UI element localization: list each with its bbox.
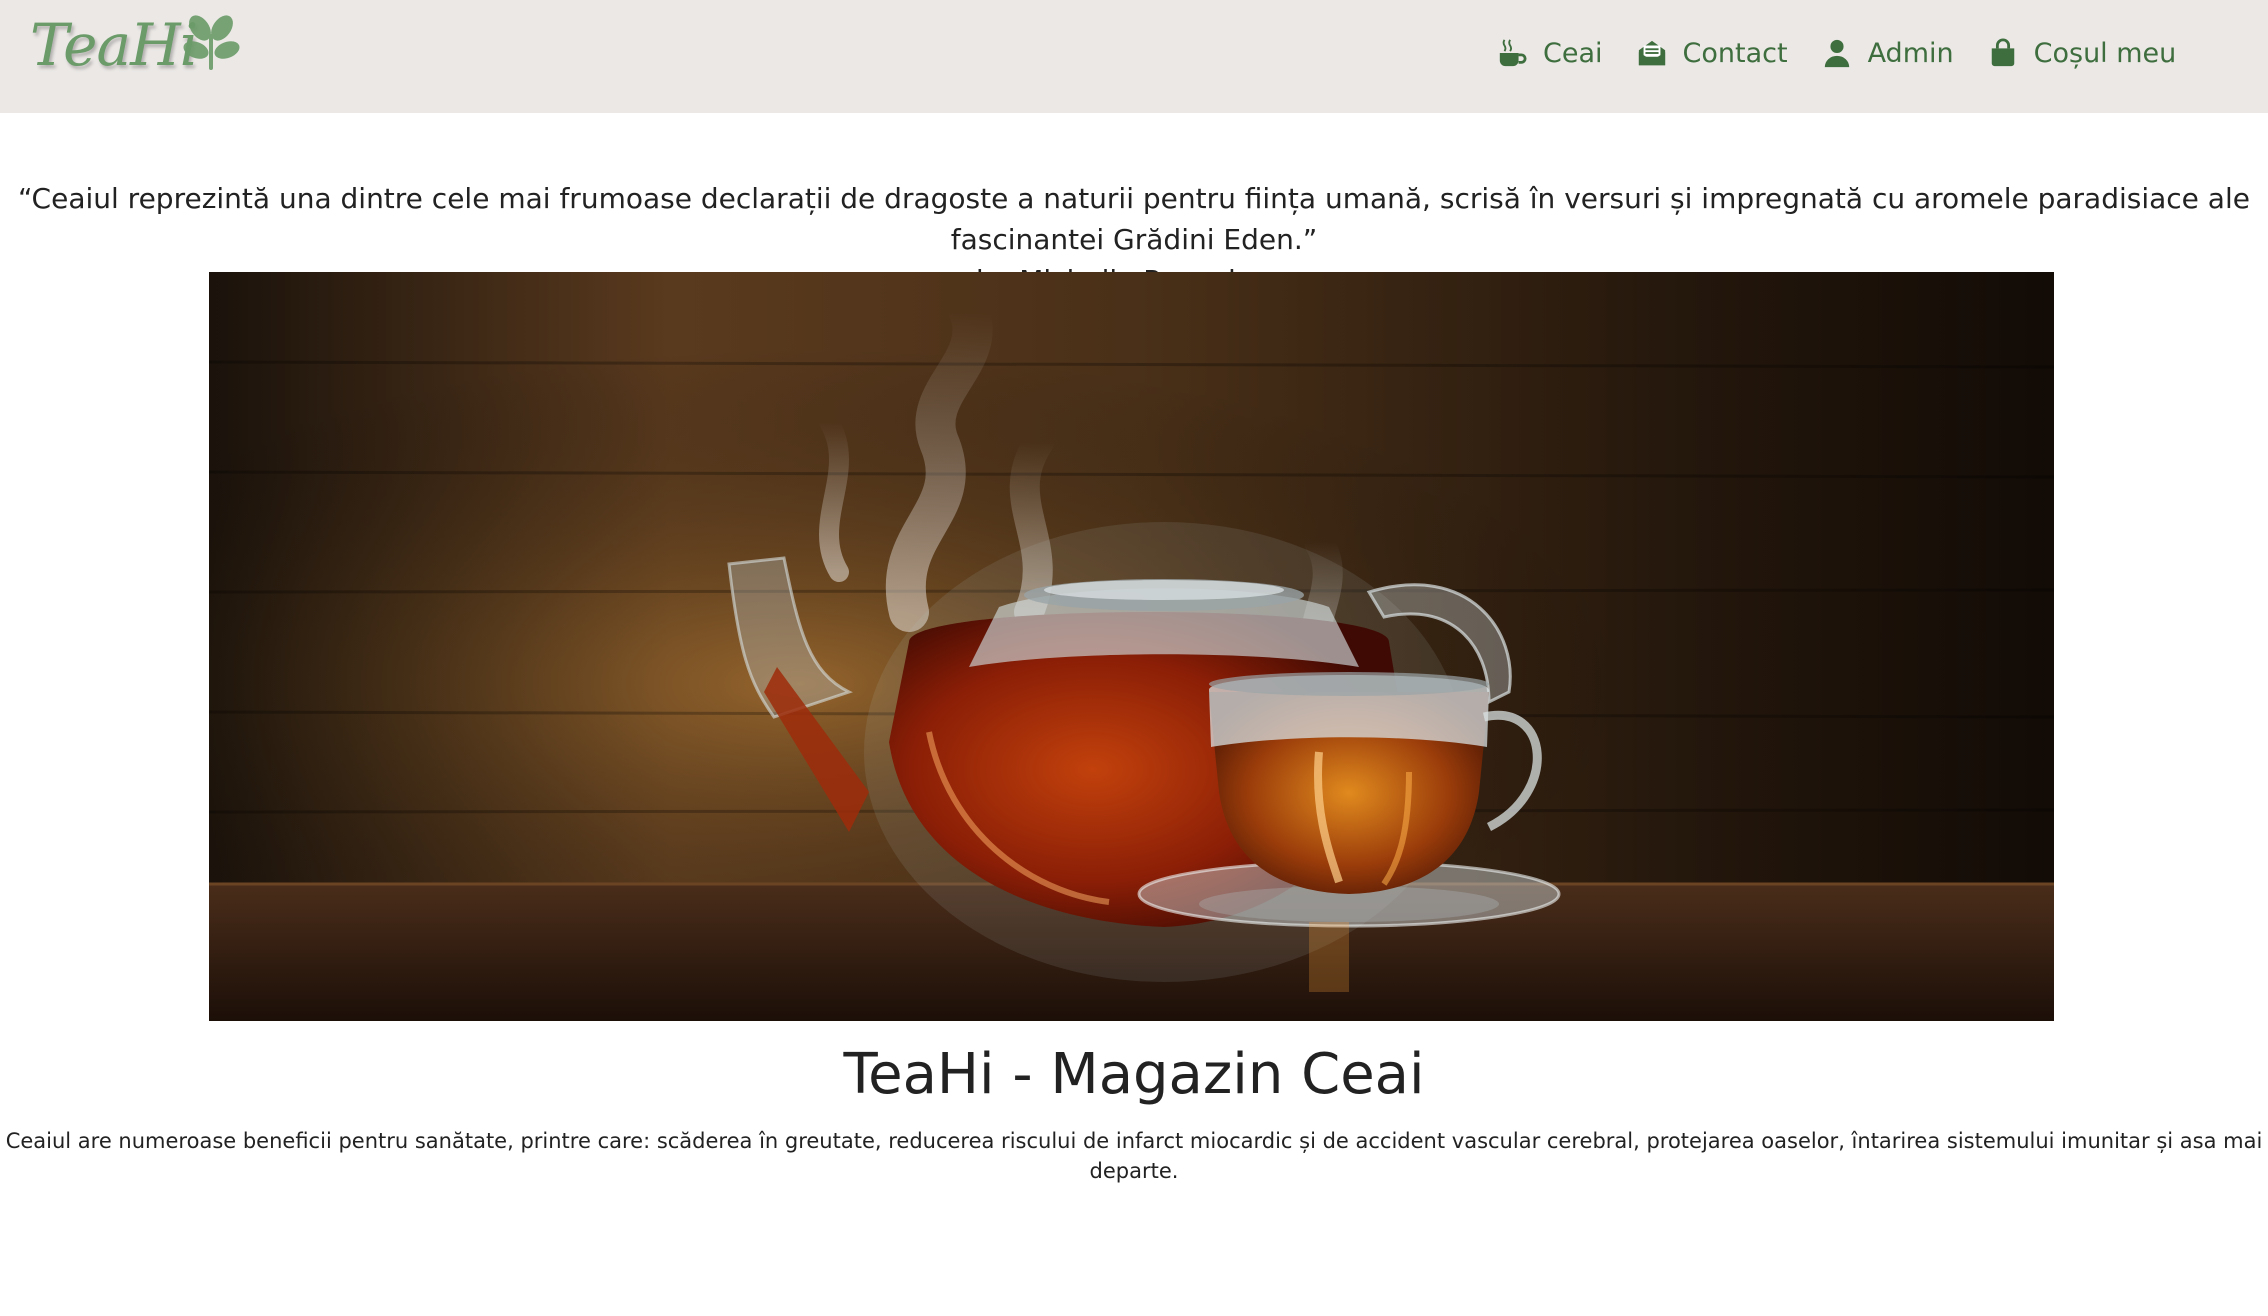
- teapot-and-teacup-photo: [209, 272, 2054, 1021]
- shopping-bag-icon: [1991, 38, 2014, 67]
- nav-label-admin: Admin: [1867, 37, 1954, 69]
- mug-hot-icon: [1499, 39, 1527, 67]
- nav-label-cart: Coșul meu: [2033, 37, 2177, 69]
- nav-link-contact[interactable]: Contact: [1637, 38, 1788, 69]
- quote-text: “Ceaiul reprezintă una dintre cele mai f…: [18, 182, 2250, 256]
- hero-image: [209, 272, 2054, 1021]
- logo-text: TeaHi: [30, 11, 198, 79]
- nav-label-ceai: Ceai: [1543, 37, 1603, 69]
- navbar: TeaHi Ceai Contact Admin Coșul meu: [0, 0, 2268, 113]
- nav-label-contact: Contact: [1682, 37, 1788, 69]
- user-icon: [1824, 39, 1849, 68]
- description-text: Ceaiul are numeroase beneficii pentru sa…: [5, 1129, 2263, 1183]
- nav-link-ceai[interactable]: Ceai: [1497, 38, 1603, 69]
- page-title: TeaHi - Magazin Ceai: [843, 1042, 1425, 1107]
- nav-link-admin[interactable]: Admin: [1822, 38, 1954, 69]
- tea-leaf-logo-icon: [183, 15, 240, 70]
- logo-link[interactable]: TeaHi: [30, 8, 244, 83]
- main-nav: Ceai Contact Admin Coșul meu: [1497, 30, 2210, 76]
- envelope-open-icon: [1638, 40, 1665, 66]
- nav-link-cart[interactable]: Coșul meu: [1988, 37, 2177, 69]
